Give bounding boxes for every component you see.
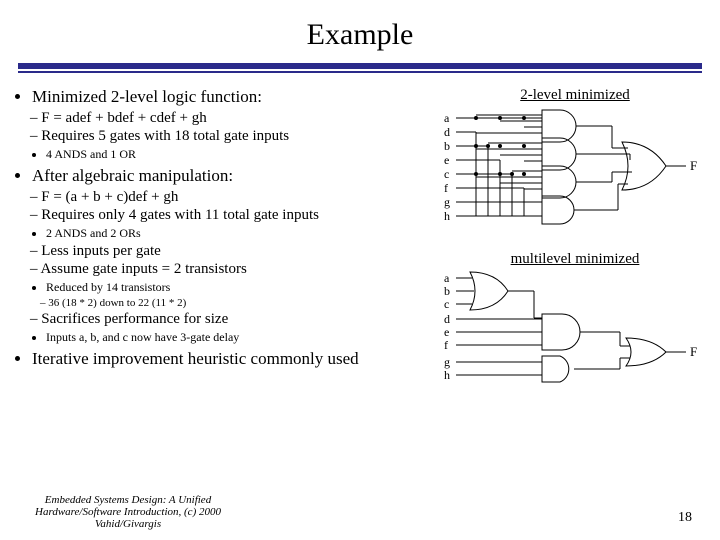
bullet-1b: Requires 5 gates with 18 total gate inpu… <box>30 128 442 145</box>
in-h: h <box>444 209 450 223</box>
bullet-3: Iterative improvement heuristic commonly… <box>32 349 442 369</box>
diagram-column: 2-level minimized a d b e c f g h <box>442 83 708 393</box>
bullet-1: Minimized 2-level logic function: <box>32 87 442 107</box>
in2-d: d <box>444 312 450 326</box>
out2-f: F <box>690 344 697 359</box>
and-gate-icon <box>542 166 576 198</box>
page-number: 18 <box>678 510 692 526</box>
and-gate-icon <box>542 110 576 142</box>
bullet-2: After algebraic manipulation: <box>32 166 442 186</box>
in-d: d <box>444 125 450 139</box>
and-gate-icon <box>542 138 576 170</box>
in2-f: f <box>444 338 448 352</box>
in2-g: g <box>444 355 450 369</box>
or-gate-icon <box>622 142 666 190</box>
in2-a: a <box>444 271 450 285</box>
bullet-2d1: Reduced by 14 transistors <box>46 280 442 295</box>
bullet-column: Minimized 2-level logic function: F = ad… <box>12 83 442 393</box>
diagram-multilevel: multilevel minimized a b c d e f g h <box>442 251 708 393</box>
bullet-2e: Sacrifices performance for size <box>30 311 442 328</box>
bullet-2b1: 2 ANDS and 2 ORs <box>46 226 442 241</box>
in-c: c <box>444 167 449 181</box>
in2-e: e <box>444 325 449 339</box>
diagram-2level-title: 2-level minimized <box>442 87 708 104</box>
content-row: Minimized 2-level logic function: F = ad… <box>0 83 720 393</box>
bullet-2b: Requires only 4 gates with 11 total gate… <box>30 207 442 224</box>
or-gate-icon <box>626 338 666 366</box>
and-gate-icon <box>542 356 569 382</box>
bullet-1a: F = adef + bdef + cdef + gh <box>30 110 442 127</box>
rule-thin <box>18 71 702 73</box>
in-a: a <box>444 111 450 125</box>
diagram-2level: 2-level minimized a d b e c f g h <box>442 87 708 239</box>
diagram-multilevel-title: multilevel minimized <box>442 251 708 268</box>
bullet-2c: Less inputs per gate <box>30 243 442 260</box>
in-f: f <box>444 181 448 195</box>
bullet-2a: F = (a + b + c)def + gh <box>30 189 442 206</box>
bullet-2e1: Inputs a, b, and c now have 3-gate delay <box>46 330 442 345</box>
out-f: F <box>690 158 697 173</box>
slide-title: Example <box>0 0 720 60</box>
in-e: e <box>444 153 449 167</box>
and-gate-icon <box>542 196 574 224</box>
and-gate-icon <box>542 314 580 350</box>
or-gate-icon <box>470 272 508 310</box>
in-g: g <box>444 195 450 209</box>
bullet-1b1: 4 ANDS and 1 OR <box>46 147 442 162</box>
rule-thick <box>18 63 702 69</box>
bullet-2d: Assume gate inputs = 2 transistors <box>30 261 442 278</box>
in2-h: h <box>444 368 450 382</box>
diagram-multilevel-svg: a b c d e f g h <box>442 268 702 393</box>
in-b: b <box>444 139 450 153</box>
diagram-2level-svg: a d b e c f g h <box>442 104 702 239</box>
in2-c: c <box>444 297 449 311</box>
footer-citation: Embedded Systems Design: A Unified Hardw… <box>18 494 238 530</box>
in2-b: b <box>444 284 450 298</box>
bullet-2d1a: 36 (18 * 2) down to 22 (11 * 2) <box>40 297 442 309</box>
